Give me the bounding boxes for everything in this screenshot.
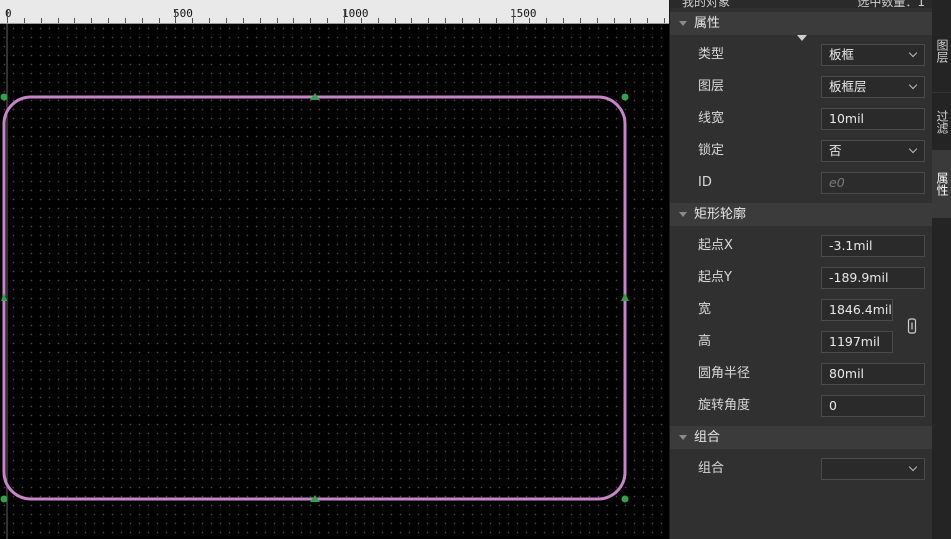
id-input[interactable]: e0 — [821, 172, 925, 194]
board-outline-layer — [0, 24, 629, 539]
start-y-input[interactable]: -189.9mil — [821, 267, 925, 289]
height-label: 高 — [698, 334, 712, 349]
rotation-label: 旋转角度 — [698, 398, 751, 413]
edge-handle-right[interactable] — [621, 293, 629, 301]
object-label: 我的对象 — [682, 0, 731, 8]
width-input[interactable]: 1846.4mil — [821, 299, 893, 321]
tab-layers[interactable]: 图层 — [932, 20, 951, 82]
type-select-value: 板框 — [829, 47, 855, 62]
tab-filter[interactable]: 过滤 — [932, 92, 951, 151]
group-select[interactable] — [821, 458, 925, 480]
rotation-value: 0 — [829, 398, 837, 413]
tab-layers-label: 图层 — [935, 39, 949, 63]
tab-filter-label: 过滤 — [935, 110, 949, 134]
radius-label: 圆角半径 — [698, 366, 751, 381]
corner-handle-top-right[interactable] — [621, 93, 629, 101]
height-value: 1197mil — [829, 334, 880, 349]
property-panel: 我的对象 选中数量：1 属性 类型 板框 图层 板框层 线宽 10mil 锁定 … — [669, 0, 933, 539]
start-x-value: -3.1mil — [829, 238, 873, 253]
linewidth-input[interactable]: 10mil — [821, 108, 925, 130]
group-label: 组合 — [698, 461, 725, 476]
tab-properties[interactable]: 属性 — [932, 150, 951, 218]
chevron-down-icon — [908, 462, 918, 472]
start-y-value: -189.9mil — [829, 270, 889, 285]
chevron-down-icon — [908, 80, 918, 90]
height-input[interactable]: 1197mil — [821, 331, 893, 353]
id-placeholder: e0 — [829, 175, 845, 190]
collapse-triangle-icon[interactable] — [797, 35, 807, 41]
board-outline[interactable] — [2, 95, 627, 501]
section-title-group: 组合 — [694, 430, 721, 445]
type-label: 类型 — [698, 47, 725, 62]
lock-select-value: 否 — [829, 143, 842, 158]
section-header-rect-outline[interactable]: 矩形轮廓 — [670, 203, 933, 226]
radius-input[interactable]: 80mil — [821, 363, 925, 385]
collapse-triangle-icon — [679, 21, 687, 26]
linewidth-label: 线宽 — [698, 111, 725, 126]
start-x-input[interactable]: -3.1mil — [821, 235, 925, 257]
layer-select-value: 板框层 — [829, 79, 867, 94]
layer-select[interactable]: 板框层 — [821, 76, 925, 98]
section-header-properties[interactable]: 属性 — [670, 12, 933, 35]
start-x-label: 起点X — [698, 238, 733, 253]
linewidth-value: 10mil — [829, 111, 865, 126]
chevron-down-icon — [908, 48, 918, 58]
lock-select[interactable]: 否 — [821, 140, 925, 162]
edge-handle-left[interactable] — [1, 293, 7, 301]
collapse-triangle-icon — [679, 212, 687, 217]
rotation-input[interactable]: 0 — [821, 395, 925, 417]
tab-properties-label: 属性 — [935, 172, 949, 196]
corner-handle-bottom-left[interactable] — [0, 495, 8, 503]
start-y-label: 起点Y — [698, 270, 732, 285]
section-header-group[interactable]: 组合 — [670, 426, 933, 449]
width-value: 1846.4mil — [829, 302, 892, 317]
corner-handle-bottom-right[interactable] — [621, 495, 629, 503]
chevron-down-icon — [908, 144, 918, 154]
pcb-canvas[interactable]: 0 500 1000 1500 — [0, 0, 669, 539]
section-title-properties: 属性 — [694, 16, 721, 31]
layer-label: 图层 — [698, 79, 725, 94]
corner-handle-top-left[interactable] — [0, 93, 8, 101]
lock-ratio-icon[interactable] — [907, 318, 917, 334]
type-select[interactable]: 板框 — [821, 44, 925, 66]
side-tab-bar: 图层 过滤 属性 — [932, 0, 951, 539]
section-title-rect-outline: 矩形轮廓 — [694, 207, 747, 222]
collapse-triangle-icon — [679, 435, 687, 440]
selection-count: 选中数量：1 — [857, 0, 925, 8]
width-label: 宽 — [698, 302, 712, 317]
radius-value: 80mil — [829, 366, 865, 381]
id-label: ID — [698, 175, 712, 190]
lock-label: 锁定 — [698, 143, 725, 158]
panel-top-bar: 我的对象 选中数量：1 — [670, 0, 933, 8]
